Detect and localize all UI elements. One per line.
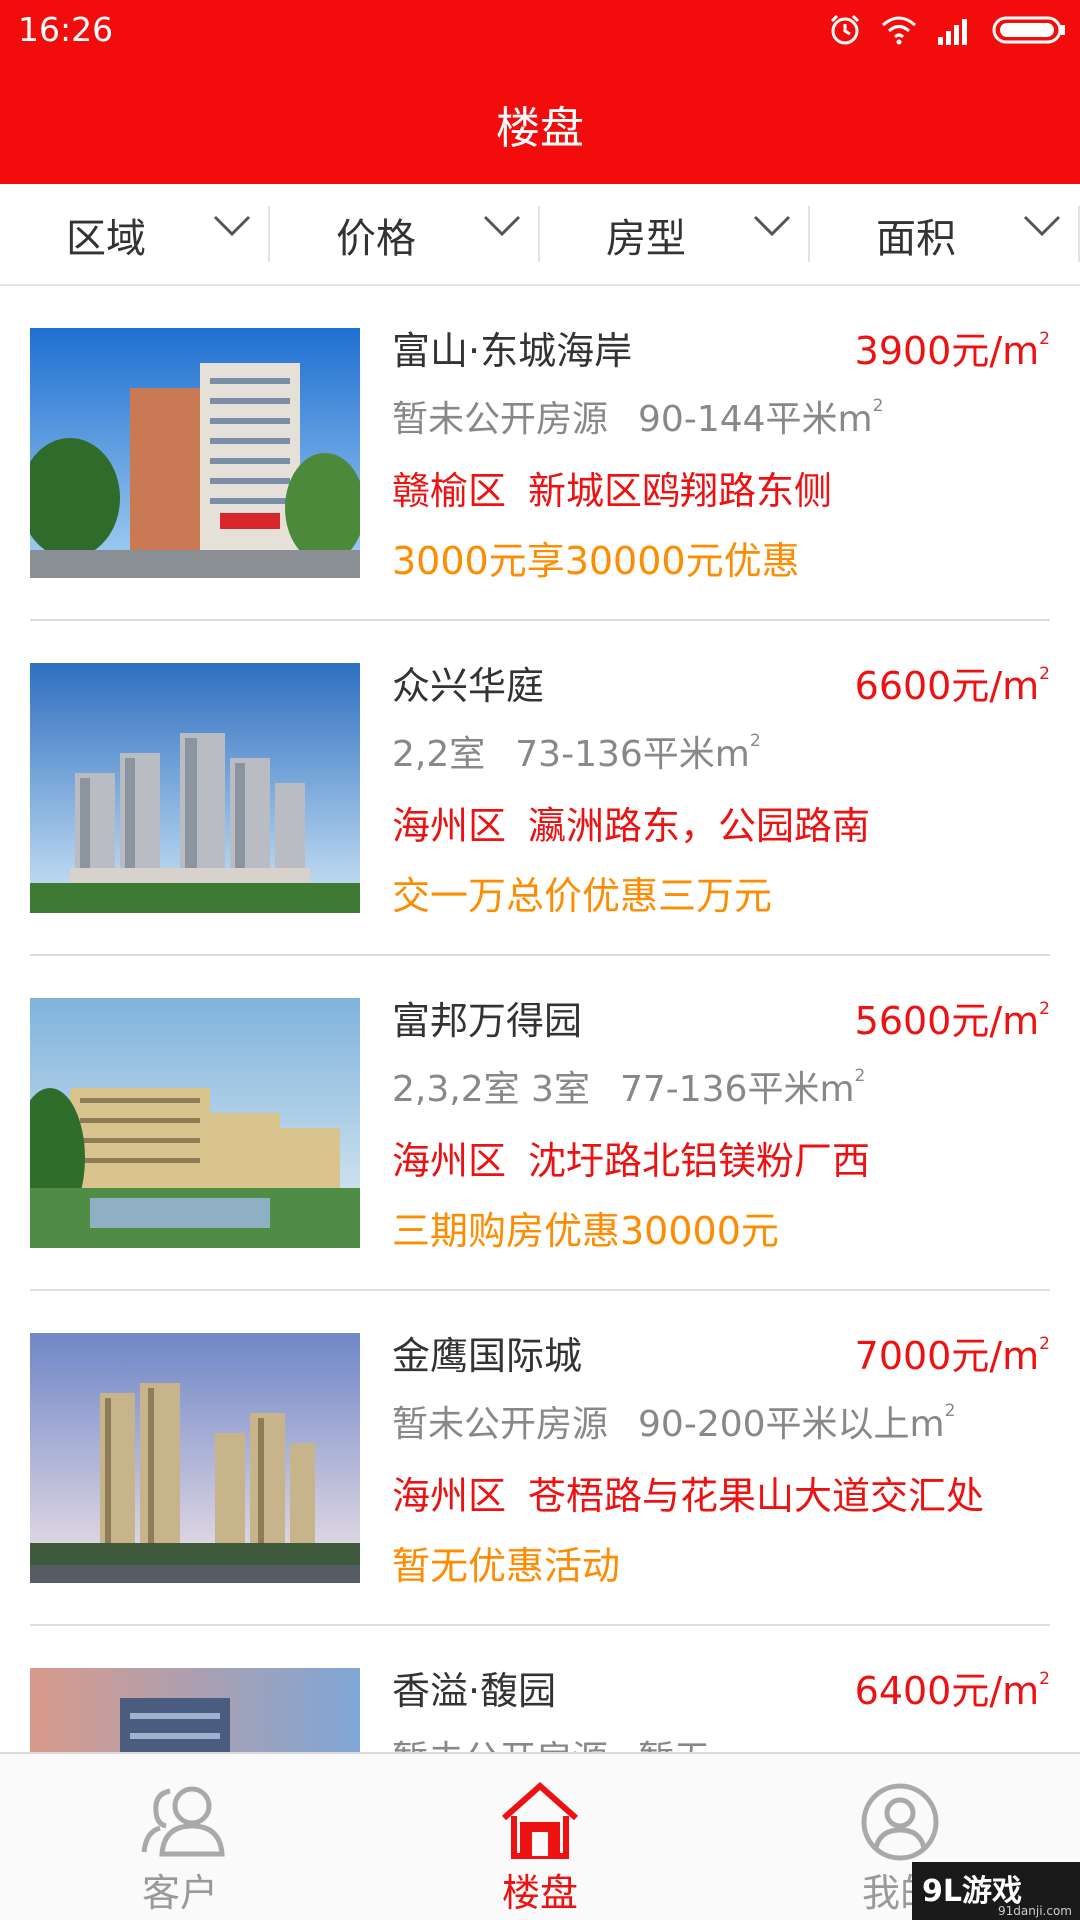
status-icons: [828, 12, 1066, 48]
app-header: 16:26 楼盘: [0, 0, 1080, 184]
property-photo: [30, 663, 360, 913]
street-address: 苍梧路与花果山大道交汇处: [528, 1474, 985, 1518]
price-value: 3900元/m: [854, 329, 1040, 373]
room-type: 2,2室: [392, 734, 486, 775]
room-type: 暂未公开房源: [392, 1404, 609, 1445]
property-photo: [30, 998, 360, 1248]
area-range: 73-136平米m: [515, 734, 750, 775]
listing-spec: 2,3,2室 3室 77-136平米m2: [392, 1060, 865, 1112]
district: 赣榆区: [392, 469, 507, 513]
page-title: 楼盘: [496, 103, 584, 154]
site-watermark: 9L游戏 91danji.com: [912, 1862, 1080, 1920]
price-unit-sup: 2: [1039, 664, 1050, 684]
chevron-down-icon: [483, 215, 521, 237]
list-item[interactable]: 金鹰国际城 7000元/m2 暂未公开房源 90-200平米以上m2 海州区 苍梧路…: [0, 1291, 1080, 1626]
tab-properties[interactable]: 楼盘: [360, 1754, 720, 1920]
home-icon: [502, 1782, 578, 1859]
profile-icon: [861, 1783, 939, 1861]
listing-name: 众兴华庭: [392, 664, 545, 708]
price-value: 6400元/m: [854, 1669, 1040, 1713]
bottom-tab-bar: 客户 楼盘 我的 9L游戏 91danji.com: [0, 1752, 1080, 1920]
price-unit-sup: 2: [1039, 1669, 1050, 1689]
area-range: 90-144平米m: [638, 399, 873, 440]
listing-name: 富邦万得园: [392, 999, 583, 1043]
listing-promo: 3000元享30000元优惠: [392, 539, 800, 583]
users-icon: [141, 1786, 225, 1857]
list-item[interactable]: 富山·东城海岸 3900元/m2 暂未公开房源 90-144平米m2 赣榆区 新城区…: [0, 286, 1080, 621]
area-unit-sup: 2: [872, 396, 884, 416]
status-bar: 16:26: [0, 0, 1080, 60]
listing-price: 3900元/m2: [855, 320, 1050, 375]
area-unit-sup: 2: [854, 1066, 866, 1086]
listing-price: 5600元/m2: [855, 990, 1050, 1045]
price-value: 7000元/m: [854, 1334, 1040, 1378]
room-type: 暂未公开房源: [392, 399, 609, 440]
listing-name: 香溢·馥园: [392, 1669, 557, 1713]
listing-spec: 暂未公开房源 90-200平米以上m2: [392, 1395, 955, 1447]
listing-list[interactable]: 富山·东城海岸 3900元/m2 暂未公开房源 90-144平米m2 赣榆区 新城区…: [0, 286, 1080, 1752]
street-address: 沈圩路北铝镁粉厂西: [528, 1139, 871, 1183]
list-item[interactable]: 众兴华庭 6600元/m2 2,2室 73-136平米m2 海州区 瀛洲路东，公园路…: [0, 621, 1080, 956]
listing-address: 海州区 沈圩路北铝镁粉厂西: [392, 1130, 870, 1185]
wifi-icon: [882, 16, 916, 45]
area-unit-sup: 2: [944, 1401, 956, 1421]
listing-name: 金鹰国际城: [392, 1334, 583, 1378]
room-type: 暂未公开房源: [392, 1739, 608, 1752]
tab-customers[interactable]: 客户: [0, 1754, 360, 1920]
chevron-down-icon: [753, 215, 791, 237]
listing-price: 7000元/m2: [855, 1325, 1050, 1380]
price-value: 6600元/m: [854, 664, 1040, 708]
listing-promo: 交一万总价优惠三万元: [392, 874, 773, 918]
listing-spec: 暂未公开房源 90-144平米m2: [392, 390, 883, 442]
district: 海州区: [392, 1474, 507, 1518]
listing-price: 6600元/m2: [855, 655, 1050, 710]
tab-label: 楼盘: [501, 1871, 578, 1915]
listing-address: 海州区 瀛洲路东，公园路南: [392, 795, 870, 850]
battery-icon: [992, 16, 1065, 44]
tab-label: 客户: [141, 1871, 218, 1915]
price-unit-sup: 2: [1039, 999, 1050, 1019]
listing-address: 赣榆区 新城区鸥翔路东侧: [392, 460, 832, 515]
price-unit-sup: 2: [1039, 1334, 1050, 1354]
property-photo: [30, 1668, 360, 1752]
property-photo: [30, 1333, 360, 1583]
area-range: 90-200平米以上m: [638, 1404, 945, 1445]
listing-spec: 2,2室 73-136平米m2: [392, 725, 761, 777]
signal-icon: [938, 19, 967, 45]
filter-area[interactable]: 区域: [0, 184, 270, 284]
filter-label: 面积: [876, 216, 956, 262]
filter-layout[interactable]: 房型: [540, 184, 810, 284]
filter-label: 价格: [336, 216, 416, 262]
price-value: 5600元/m: [854, 999, 1040, 1043]
listing-address: 海州区 苍梧路与花果山大道交汇处: [392, 1465, 984, 1520]
alarm-icon: [830, 14, 860, 45]
filter-bar: 区域 价格 房型 面积: [0, 184, 1080, 286]
chevron-down-icon: [1023, 215, 1061, 237]
filter-label: 区域: [66, 216, 146, 262]
status-time: 16:26: [18, 10, 114, 49]
filter-size[interactable]: 面积: [810, 184, 1080, 284]
area-range: 暂无: [638, 1739, 710, 1752]
listing-promo: 三期购房优惠30000元: [392, 1209, 779, 1253]
area-range: 77-136平米m: [619, 1069, 855, 1110]
list-item[interactable]: 富邦万得园 5600元/m2 2,3,2室 3室 77-136平米m2 海州区 沈圩…: [0, 956, 1080, 1291]
room-type: 2,3,2室 3室: [392, 1069, 590, 1110]
price-unit-sup: 2: [1039, 329, 1050, 349]
district: 海州区: [392, 1139, 507, 1183]
filter-label: 房型: [606, 216, 686, 262]
chevron-down-icon: [213, 215, 251, 237]
street-address: 瀛洲路东，公园路南: [528, 804, 871, 848]
filter-price[interactable]: 价格: [270, 184, 540, 284]
list-item[interactable]: 香溢·馥园 6400元/m2 暂未公开房源 暂无: [0, 1626, 1080, 1752]
listing-price: 6400元/m2: [855, 1660, 1050, 1715]
listing-spec: 暂未公开房源 暂无: [392, 1730, 710, 1752]
district: 海州区: [392, 804, 507, 848]
street-address: 新城区鸥翔路东侧: [528, 469, 833, 513]
property-photo: [30, 328, 360, 578]
listing-promo: 暂无优惠活动: [392, 1544, 621, 1588]
watermark-site: 91danji.com: [998, 1904, 1072, 1918]
area-unit-sup: 2: [749, 731, 761, 751]
listing-name: 富山·东城海岸: [392, 329, 633, 373]
